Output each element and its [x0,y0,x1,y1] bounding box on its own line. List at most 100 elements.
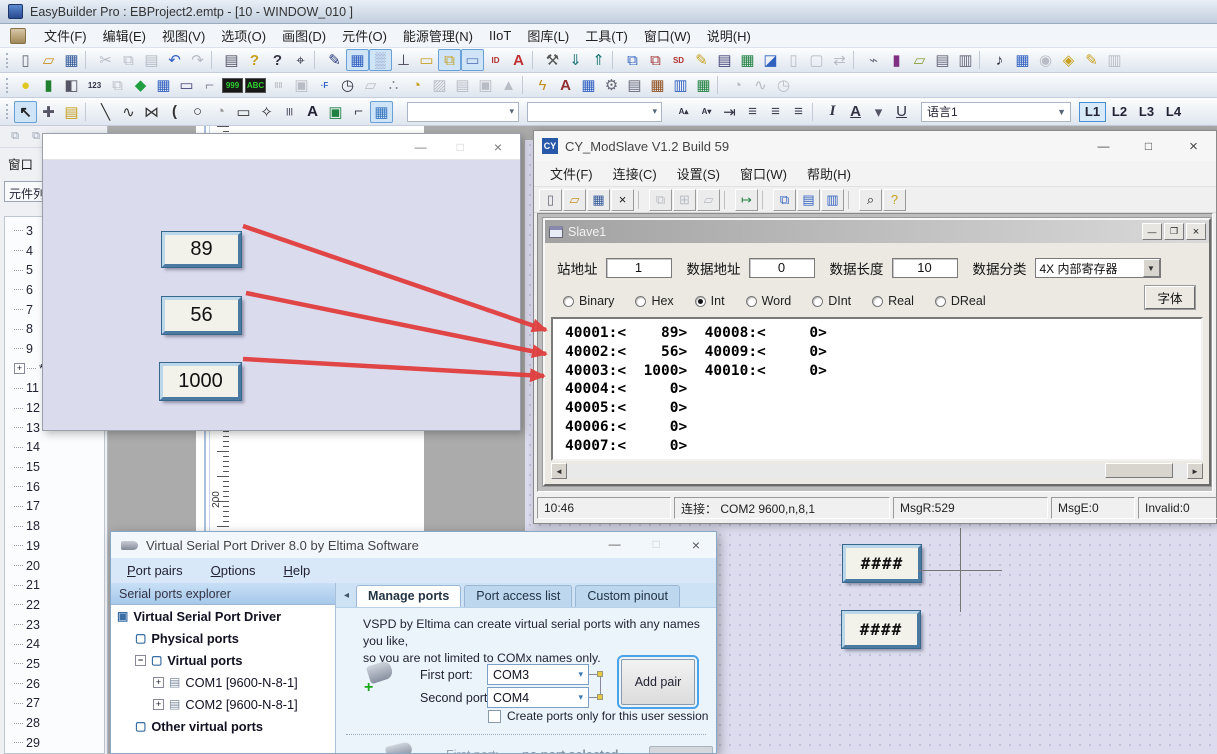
minimize-icon[interactable]: — [609,537,621,553]
minimize-icon[interactable]: — [415,140,427,154]
layers-icon[interactable]: ⧉ [438,49,461,71]
compile-icon[interactable]: ⚒ [541,49,564,71]
tree-item-com2[interactable]: + ▤ COM2 [9600-N-8-1] [111,693,335,715]
word-lamp-icon[interactable]: ▮ [37,74,60,96]
data-category-select[interactable]: 4X 内部寄存器 ▼ [1035,258,1161,278]
format-radio[interactable]: DReal [935,294,986,308]
tab-custom-pinout[interactable]: Custom pinout [575,585,680,607]
state-button-l4[interactable]: L4 [1160,102,1187,122]
align-right-icon[interactable]: ≡ [787,101,810,123]
context-help-icon[interactable]: ? [266,49,289,71]
cut-icon[interactable]: ✂ [94,49,117,71]
sound-icon[interactable]: ♪ [988,49,1011,71]
minimize-icon[interactable]: — [1081,131,1126,161]
recipe-icon[interactable]: ▦ [646,74,669,96]
font-shrink-icon[interactable]: A▾ [695,101,718,123]
pen-icon[interactable]: ✎ [323,49,346,71]
download-icon[interactable]: ⇓ [564,49,587,71]
export-window-icon[interactable]: ⧉ [644,49,667,71]
system-settings-icon[interactable]: ⚙ [600,74,623,96]
paste-icon[interactable]: ▤ [140,49,163,71]
ms-config-icon[interactable]: ▱ [697,189,720,211]
numeric-input-icon[interactable]: 123 [83,74,106,96]
window-tree-item[interactable]: 29 [5,733,104,753]
menu-item[interactable]: 文件(F) [36,23,95,48]
line-tool-icon[interactable]: ╲ [94,101,117,123]
underline-icon[interactable]: U [890,101,913,123]
tree-expander-icon[interactable]: + [153,699,164,710]
properties-icon[interactable]: ▤ [60,101,83,123]
operation-log-icon[interactable]: ϟ [531,74,554,96]
pie-tool-icon[interactable]: ◔ [209,101,232,123]
disc-icon[interactable]: ◉ [1034,49,1057,71]
comment-icon[interactable]: ▭ [461,49,484,71]
scheduler-icon[interactable]: ▥ [669,74,692,96]
window-tree-item[interactable]: 21 [5,575,104,595]
scrollbar-thumb[interactable] [1105,463,1173,478]
dock-pane-icon[interactable]: ⧉ [6,129,24,145]
ms-open-icon[interactable]: ▱ [563,189,586,211]
menu-item[interactable]: 选项(O) [213,23,274,48]
align-left-icon[interactable]: ≡ [741,101,764,123]
alarm-icon[interactable]: ◔ [405,74,428,96]
menu-item[interactable]: 视图(V) [154,23,213,48]
numeric-value-object[interactable]: 56 [162,297,241,334]
polygon-tool-icon[interactable]: ✧ [255,101,278,123]
note-icon[interactable]: ▱ [908,49,931,71]
window-tree-item[interactable]: 25 [5,654,104,674]
window-tree-item[interactable]: 14 [5,438,104,458]
circle-tool-icon[interactable]: ○ [186,101,209,123]
function-key-icon[interactable]: ◆ [129,74,152,96]
menu-item[interactable]: Options [211,563,256,578]
window-tree-item[interactable]: 17 [5,497,104,517]
address-book-icon[interactable]: ▮ [885,49,908,71]
clock-icon[interactable]: ◷ [336,74,359,96]
arc-tool-icon[interactable]: ( [163,101,186,123]
help-icon[interactable]: ? [243,49,266,71]
field-input[interactable]: 0 [749,258,815,278]
ms-disconnect-icon[interactable]: ⊞ [673,189,696,211]
window-tree-item[interactable]: 16 [5,477,104,497]
redo-icon[interactable]: ↷ [186,49,209,71]
scrollbar-track[interactable] [567,463,1187,479]
ms-cascade-icon[interactable]: ⧉ [773,189,796,211]
numeric-value-object[interactable]: 1000 [160,363,241,400]
backup-icon[interactable]: ▦ [692,74,715,96]
history-icon[interactable]: ◷ [772,74,795,96]
chevron-down-icon[interactable]: ▼ [1143,259,1160,277]
image-view-icon[interactable]: ▲ [497,74,520,96]
form-edit-icon[interactable]: ✎ [1080,49,1103,71]
scale-tool-icon[interactable]: ||| [278,101,301,123]
ms-tile-horizontal-icon[interactable]: ▤ [797,189,820,211]
upload-icon[interactable]: ⇑ [587,49,610,71]
menu-item[interactable]: 画图(D) [274,23,334,48]
find-element-icon[interactable]: ⌖ [289,49,312,71]
csv-icon[interactable]: ▤ [713,49,736,71]
toggle-switch-icon[interactable]: ◧ [60,74,83,96]
ms-help-icon[interactable]: ? [883,189,906,211]
bezier-tool-icon[interactable]: ∿ [117,101,140,123]
snap-icon[interactable]: ⊥ [392,49,415,71]
monitor-config-icon[interactable]: ▦ [577,74,600,96]
shape-icon[interactable]: ▭ [415,49,438,71]
field-input[interactable]: 1 [606,258,672,278]
tree-expander-icon[interactable]: + [14,363,25,374]
tree-item-physical-ports[interactable]: ▢ Physical ports [111,627,335,649]
window-tree-item[interactable]: 28 [5,713,104,733]
macro-icon[interactable]: ✎ [690,49,713,71]
new-file-icon[interactable]: ▯ [14,49,37,71]
window-tree-item[interactable]: 15 [5,457,104,477]
transfer-icon[interactable]: ⇄ [828,49,851,71]
tags-icon[interactable]: ◈ [1057,49,1080,71]
stamp-icon[interactable]: ▱ [359,74,382,96]
format-radio[interactable]: DInt [812,294,851,308]
undo-icon[interactable]: ↶ [163,49,186,71]
font-color-icon[interactable]: A [507,49,530,71]
close-icon[interactable]: × [692,537,700,553]
bars-icon[interactable]: ▥ [1103,49,1126,71]
tree-item-virtual-ports[interactable]: − ▢ Virtual ports [111,649,335,671]
format-radio[interactable]: Real [872,294,914,308]
menu-item[interactable]: 编辑(E) [95,23,154,48]
datetime-icon[interactable]: ▦ [346,49,369,71]
scroll-right-icon[interactable]: ► [1187,463,1203,479]
